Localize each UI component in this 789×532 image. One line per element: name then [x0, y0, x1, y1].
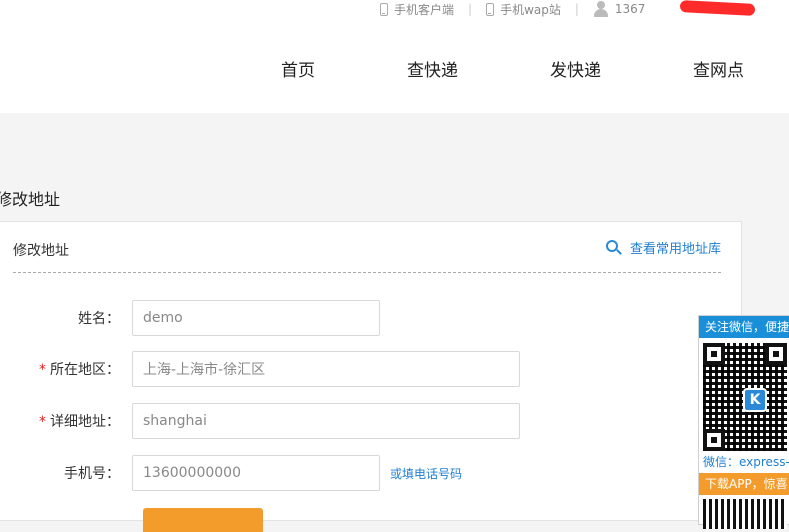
search-icon: [605, 239, 622, 256]
user-phone: 1367: [614, 2, 646, 16]
nav-track-express[interactable]: 查快递: [407, 56, 550, 81]
top-bar: 手机客户端 | 手机wap站 | 1367: [380, 0, 645, 18]
dashed-divider: [13, 272, 721, 273]
divider: |: [574, 2, 579, 16]
qr-logo-icon: K: [743, 388, 767, 412]
nav-find-outlets[interactable]: 查网点: [693, 56, 744, 81]
divider: |: [468, 2, 473, 16]
detail-address-label: * 详细地址：: [39, 414, 120, 430]
detail-address-input[interactable]: shanghai: [132, 403, 520, 439]
qr-finder-pattern: [703, 429, 725, 451]
mobile-row: 手机号： 13600000000 或填电话号码: [0, 455, 743, 491]
user-icon: [593, 1, 609, 17]
main-nav: 首页 查快递 发快递 查网点: [281, 56, 744, 81]
region-selector[interactable]: 上海-上海市-徐汇区: [132, 351, 520, 387]
download-app-banner[interactable]: 下载APP，惊喜: [699, 473, 789, 495]
app-client-link[interactable]: 手机客户端: [380, 1, 454, 18]
region-label: * 所在地区：: [39, 362, 120, 378]
edit-address-card: 修改地址 查看常用地址库 姓名： demo * 所在地区： 上海-上海市-徐汇区 …: [0, 221, 743, 532]
site-header: 手机客户端 | 手机wap站 | 1367 首页 查快递 发快递 查网点: [0, 0, 789, 113]
name-input[interactable]: demo: [132, 300, 380, 336]
mobile-label: 手机号：: [64, 466, 120, 482]
nav-send-express[interactable]: 发快递: [550, 56, 693, 81]
wap-site-link[interactable]: 手机wap站: [486, 1, 561, 18]
redaction-mark: [679, 0, 756, 16]
card-title: 修改地址: [13, 243, 69, 259]
submit-button[interactable]: [143, 508, 263, 532]
follow-wechat-panel: 关注微信，便捷 K 微信：express-l 下载APP，惊喜: [698, 315, 789, 529]
wechat-id: 微信：express-l: [703, 455, 789, 469]
address-library-link[interactable]: 查看常用地址库: [605, 238, 721, 257]
user-account-link[interactable]: 1367: [593, 1, 646, 17]
wechat-qr-code: K: [703, 343, 787, 451]
address-library-label: 查看常用地址库: [629, 242, 721, 257]
use-phone-number-link[interactable]: 或填电话号码: [390, 465, 462, 482]
name-label: 姓名：: [78, 311, 120, 327]
mobile-input[interactable]: 13600000000: [132, 455, 380, 491]
required-mark: *: [39, 414, 46, 430]
qr-finder-pattern: [703, 343, 725, 365]
detail-address-row: * 详细地址： shanghai: [0, 403, 743, 439]
wap-site-label: 手机wap站: [500, 2, 561, 17]
nav-home[interactable]: 首页: [281, 56, 407, 81]
app-qr-code: [703, 499, 787, 529]
follow-wechat-banner: 关注微信，便捷: [699, 316, 789, 338]
region-row: * 所在地区： 上海-上海市-徐汇区: [0, 351, 743, 387]
mobile-phone-icon: [380, 2, 388, 16]
qr-finder-pattern: [765, 343, 787, 365]
name-row: 姓名： demo: [0, 300, 743, 336]
mobile-phone-icon: [486, 2, 495, 16]
required-mark: *: [39, 362, 46, 378]
app-client-label: 手机客户端: [394, 2, 455, 17]
page-title: 修改地址: [0, 190, 61, 209]
